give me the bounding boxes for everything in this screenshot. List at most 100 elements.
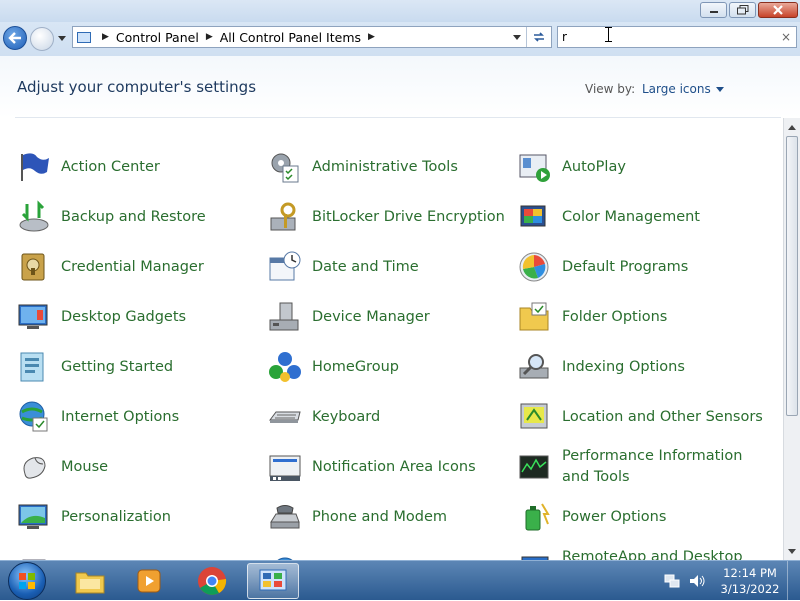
chevron-right-icon[interactable]: ▶ bbox=[368, 32, 375, 42]
keyboard-icon bbox=[268, 400, 302, 434]
chevron-up-icon bbox=[788, 124, 796, 130]
taskbar: 12:14 PM 3/13/2022 bbox=[0, 560, 800, 601]
internet-options-icon bbox=[17, 400, 51, 434]
text-cursor-icon bbox=[605, 27, 612, 42]
scrollbar-thumb[interactable] bbox=[786, 136, 798, 416]
address-bar[interactable]: ▶ Control Panel ▶ All Control Panel Item… bbox=[72, 26, 552, 48]
list-item[interactable]: Getting Started bbox=[17, 343, 262, 391]
back-button[interactable] bbox=[3, 26, 27, 50]
list-item[interactable]: Date and Time bbox=[268, 243, 513, 291]
clear-search-icon[interactable]: × bbox=[781, 30, 791, 44]
network-icon[interactable] bbox=[664, 573, 680, 589]
chevron-right-icon[interactable]: ▶ bbox=[102, 32, 109, 42]
taskbar-explorer[interactable] bbox=[64, 563, 116, 599]
list-item[interactable]: AutoPlay bbox=[518, 143, 763, 191]
remoteapp-icon bbox=[518, 553, 552, 560]
speaker-icon[interactable] bbox=[688, 573, 706, 589]
control-panel-items: Action Center Administrative Tools AutoP… bbox=[0, 118, 783, 560]
partial-item-icon bbox=[268, 550, 302, 560]
back-arrow-icon bbox=[8, 32, 21, 44]
list-item[interactable]: Performance Information and Tools bbox=[518, 443, 763, 491]
system-tray bbox=[664, 561, 706, 601]
list-item[interactable]: Internet Options bbox=[17, 393, 262, 441]
list-item[interactable]: Location and Other Sensors bbox=[518, 393, 763, 441]
content-header: Adjust your computer's settings View by:… bbox=[0, 56, 800, 118]
chrome-icon bbox=[198, 567, 227, 595]
clock-date: 3/13/2022 bbox=[720, 582, 780, 596]
start-button[interactable] bbox=[8, 562, 46, 600]
control-panel-icon bbox=[259, 569, 287, 591]
restore-button[interactable] bbox=[729, 2, 756, 18]
list-item[interactable]: Power Options bbox=[518, 493, 763, 541]
show-desktop-button[interactable] bbox=[787, 561, 800, 601]
system-clock[interactable]: 12:14 PM 3/13/2022 bbox=[718, 565, 782, 597]
backup-restore-icon bbox=[17, 200, 51, 234]
list-item[interactable]: Desktop Gadgets bbox=[17, 293, 262, 341]
power-options-icon bbox=[518, 500, 552, 534]
device-manager-icon bbox=[268, 300, 302, 334]
taskbar-chrome[interactable] bbox=[186, 563, 238, 599]
taskbar-control-panel[interactable] bbox=[247, 563, 299, 599]
list-item[interactable]: Default Programs bbox=[518, 243, 763, 291]
list-item[interactable]: Administrative Tools bbox=[268, 143, 513, 191]
breadcrumb-control-panel[interactable]: Control Panel bbox=[116, 30, 199, 45]
search-box[interactable]: × bbox=[557, 26, 797, 48]
list-item[interactable]: Color Management bbox=[518, 193, 763, 241]
list-item[interactable] bbox=[268, 543, 513, 560]
phone-modem-icon bbox=[268, 500, 302, 534]
list-item[interactable] bbox=[17, 543, 262, 560]
clock-time: 12:14 PM bbox=[723, 566, 777, 580]
partial-item-icon bbox=[17, 550, 51, 560]
taskbar-media-player[interactable] bbox=[124, 563, 176, 599]
view-by-value: Large icons bbox=[642, 82, 711, 96]
list-item[interactable]: Device Manager bbox=[268, 293, 513, 341]
chevron-right-icon[interactable]: ▶ bbox=[206, 32, 213, 42]
list-item[interactable]: Mouse bbox=[17, 443, 262, 491]
date-time-icon bbox=[268, 250, 302, 284]
desktop-gadgets-icon bbox=[17, 300, 51, 334]
list-item[interactable]: Action Center bbox=[17, 143, 262, 191]
bitlocker-icon bbox=[268, 200, 302, 234]
list-item[interactable]: Phone and Modem bbox=[268, 493, 513, 541]
breadcrumb-all-items[interactable]: All Control Panel Items bbox=[220, 30, 361, 45]
window-controls bbox=[700, 2, 798, 18]
media-player-icon bbox=[137, 569, 161, 593]
address-dropdown-button[interactable] bbox=[513, 35, 521, 40]
color-management-icon bbox=[518, 200, 552, 234]
refresh-button[interactable] bbox=[526, 27, 551, 47]
list-item[interactable]: Keyboard bbox=[268, 393, 513, 441]
list-item[interactable]: Personalization bbox=[17, 493, 262, 541]
minimize-button[interactable] bbox=[700, 2, 727, 18]
list-item[interactable]: RemoteApp and Desktop bbox=[518, 543, 763, 560]
scroll-up-button[interactable] bbox=[786, 120, 798, 134]
list-item[interactable]: HomeGroup bbox=[268, 343, 513, 391]
chevron-down-icon bbox=[788, 548, 796, 554]
view-by-dropdown[interactable]: Large icons bbox=[642, 82, 724, 96]
list-item[interactable]: Credential Manager bbox=[17, 243, 262, 291]
search-input[interactable] bbox=[562, 28, 772, 46]
close-button[interactable] bbox=[758, 2, 798, 18]
homegroup-icon bbox=[268, 350, 302, 384]
vertical-scrollbar[interactable] bbox=[783, 118, 800, 560]
windows-logo-icon bbox=[19, 573, 35, 589]
minimize-icon bbox=[709, 11, 718, 13]
credential-manager-icon bbox=[17, 250, 51, 284]
scroll-down-button[interactable] bbox=[786, 544, 798, 558]
list-item[interactable]: Indexing Options bbox=[518, 343, 763, 391]
view-by-label: View by: bbox=[585, 82, 636, 96]
getting-started-icon bbox=[17, 350, 51, 384]
list-item[interactable]: Backup and Restore bbox=[17, 193, 262, 241]
folder-options-icon bbox=[518, 300, 552, 334]
list-item[interactable]: Folder Options bbox=[518, 293, 763, 341]
chevron-down-icon bbox=[715, 87, 724, 92]
location-sensors-icon bbox=[518, 400, 552, 434]
recent-pages-dropdown[interactable] bbox=[58, 36, 66, 41]
forward-button[interactable] bbox=[30, 27, 54, 51]
list-item[interactable]: Notification Area Icons bbox=[268, 443, 513, 491]
navigation-bar: ▶ Control Panel ▶ All Control Panel Item… bbox=[0, 22, 800, 56]
list-item[interactable]: BitLocker Drive Encryption bbox=[268, 193, 513, 241]
action-center-flag-icon bbox=[17, 150, 51, 184]
restore-icon bbox=[736, 5, 748, 15]
mouse-icon bbox=[17, 450, 51, 484]
title-bar bbox=[0, 0, 800, 22]
